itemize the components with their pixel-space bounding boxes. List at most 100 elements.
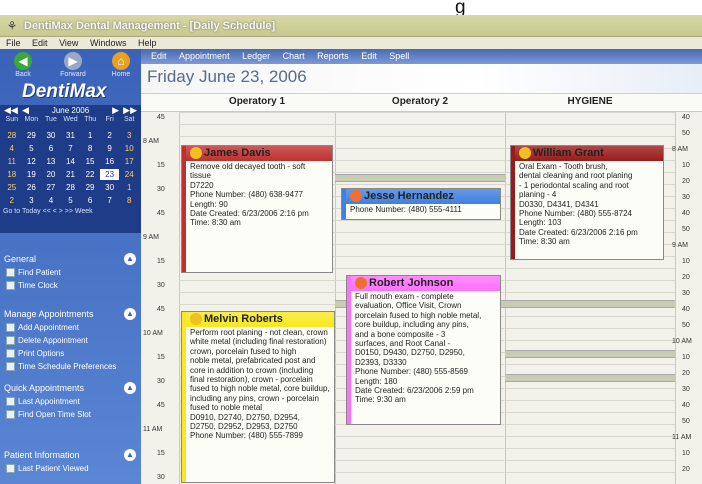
calendar-day[interactable]: 7 <box>61 143 81 154</box>
smiley-icon <box>190 313 202 325</box>
calendar-day[interactable]: 27 <box>41 182 61 193</box>
calendar-day[interactable]: 22 <box>80 169 100 180</box>
appointment-detail-line: D0910, D2740, D2750, D2954, <box>190 412 300 422</box>
calendar-day[interactable]: 14 <box>61 156 81 167</box>
time-label-left: 15 <box>157 354 165 361</box>
calendar-day[interactable]: 31 <box>61 130 81 141</box>
calendar-day[interactable]: 1 <box>80 130 100 141</box>
calendar-footer[interactable]: Go to Today << < > >> Week <box>0 206 141 217</box>
calendar-day[interactable]: 13 <box>41 156 61 167</box>
prev-month-arrow-icon[interactable]: ◀ <box>22 105 29 116</box>
toolbar-edit[interactable]: Edit <box>151 51 167 61</box>
back-button[interactable]: ◀ Back <box>10 51 36 85</box>
appointment-william-grant[interactable]: William Grant Oral Exam - Tooth brush, den… <box>510 145 664 260</box>
menu-help[interactable]: Help <box>138 38 157 48</box>
time-label-right: 40 <box>682 114 690 121</box>
menu-edit[interactable]: Edit <box>32 38 48 48</box>
home-button[interactable]: ⌂ Home <box>108 51 134 85</box>
calendar-day[interactable]: 29 <box>80 182 100 193</box>
toolbar-reports[interactable]: Reports <box>317 51 349 61</box>
forward-button[interactable]: ▶ Forward <box>60 51 86 85</box>
menu-windows[interactable]: Windows <box>90 38 127 48</box>
calendar-day[interactable]: 6 <box>80 195 100 206</box>
calendar-day[interactable]: 30 <box>100 182 120 193</box>
toolbar-spell[interactable]: Spell <box>389 51 409 61</box>
panel-header[interactable]: Patient Information ▲ <box>0 448 141 462</box>
calendar-day[interactable]: 26 <box>22 182 42 193</box>
calendar-day[interactable]: 20 <box>41 169 61 180</box>
toolbar-chart[interactable]: Chart <box>283 51 305 61</box>
appointment-detail-line: dental cleaning and root planing <box>519 171 633 181</box>
calendar-day[interactable]: 12 <box>22 156 42 167</box>
calendar-day[interactable]: 8 <box>80 143 100 154</box>
menu-view[interactable]: View <box>59 38 78 48</box>
calendar-day[interactable]: 4 <box>41 195 61 206</box>
calendar-day[interactable]: 7 <box>100 195 120 206</box>
appointment-header[interactable]: Jesse Hernandez <box>342 189 500 204</box>
calendar-day[interactable]: 23 <box>99 169 120 180</box>
calendar-day[interactable]: 5 <box>61 195 81 206</box>
calendar-day[interactable]: 30 <box>41 130 61 141</box>
calendar-day[interactable]: 6 <box>41 143 61 154</box>
panel-item-last-patient[interactable]: Last Patient Viewed <box>0 462 141 475</box>
calendar-day[interactable]: 5 <box>22 143 42 154</box>
calendar-day[interactable]: 29 <box>22 130 42 141</box>
appointment-detail-line: Remove old decayed tooth - soft <box>190 162 306 171</box>
panel-item-last-appointment[interactable]: Last Appointment <box>0 395 141 408</box>
time-label-right: 20 <box>682 274 690 281</box>
appointment-header[interactable]: William Grant <box>511 146 663 161</box>
time-label-left: 30 <box>157 474 165 481</box>
calendar-day[interactable]: 15 <box>80 156 100 167</box>
calendar-day[interactable]: 18 <box>2 169 22 180</box>
calendar-day[interactable]: 10 <box>119 143 139 154</box>
appointment-melvin-roberts[interactable]: Melvin Roberts Perform root planing - not… <box>181 311 335 483</box>
panel-item-print-options[interactable]: Print Options <box>0 347 141 360</box>
calendar-day[interactable]: 9 <box>100 143 120 154</box>
prev-year-arrow-icon[interactable]: ◀◀ <box>4 105 18 116</box>
panel-item-label: Last Appointment <box>18 397 80 406</box>
calendar-day[interactable]: 2 <box>100 130 120 141</box>
chevron-up-icon[interactable]: ▲ <box>124 308 136 320</box>
calendar-day[interactable]: 19 <box>22 169 42 180</box>
panel-item-time-schedule[interactable]: Time Schedule Preferences <box>0 360 141 373</box>
chevron-up-icon[interactable]: ▲ <box>124 382 136 394</box>
calendar-day[interactable]: 25 <box>2 182 22 193</box>
toolbar-appointment[interactable]: Appointment <box>179 51 230 61</box>
calendar-day[interactable]: 21 <box>61 169 81 180</box>
appointment-robert-johnson[interactable]: Robert Johnson Full mouth exam - complete… <box>346 275 501 425</box>
chevron-up-icon[interactable]: ▲ <box>124 253 136 265</box>
calendar-day[interactable]: 11 <box>2 156 22 167</box>
appointment-jesse-hernandez[interactable]: Jesse Hernandez Phone Number: (480) 555-4… <box>341 188 501 220</box>
calendar-day[interactable]: 1 <box>119 182 139 193</box>
menu-file[interactable]: File <box>6 38 21 48</box>
panel-header[interactable]: General ▲ <box>0 252 141 266</box>
panel-item-delete-appointment[interactable]: Delete Appointment <box>0 334 141 347</box>
calendar-day[interactable]: 17 <box>119 156 139 167</box>
calendar-day[interactable]: 8 <box>119 195 139 206</box>
panel-item-time-clock[interactable]: Time Clock <box>0 279 141 292</box>
appointment-james-davis[interactable]: James Davis Remove old decayed tooth - so… <box>181 145 333 273</box>
toolbar-ledger[interactable]: Ledger <box>242 51 270 61</box>
calendar-day[interactable]: 3 <box>22 195 42 206</box>
calendar-day[interactable]: 4 <box>2 143 22 154</box>
appointment-header[interactable]: James Davis <box>182 146 332 161</box>
calendar-day[interactable]: 24 <box>119 169 139 180</box>
calendar-day[interactable]: 16 <box>100 156 120 167</box>
appointment-header[interactable]: Robert Johnson <box>347 276 500 291</box>
panel-item-add-appointment[interactable]: Add Appointment <box>0 321 141 334</box>
next-month-arrow-icon[interactable]: ▶ <box>112 105 119 116</box>
next-year-arrow-icon[interactable]: ▶▶ <box>123 105 137 116</box>
appointment-detail-line: tissue <box>190 171 211 181</box>
appointment-header[interactable]: Melvin Roberts <box>182 312 334 327</box>
toolbar-edit-2[interactable]: Edit <box>361 51 377 61</box>
panel-header[interactable]: Quick Appointments ▲ <box>0 381 141 395</box>
panel-header[interactable]: Manage Appointments ▲ <box>0 307 141 321</box>
calendar-day[interactable]: 28 <box>2 130 22 141</box>
calendar-day[interactable]: 28 <box>61 182 81 193</box>
panel-item-find-open-slot[interactable]: Find Open Time Slot <box>0 408 141 421</box>
panel-item-find-patient[interactable]: Find Patient <box>0 266 141 279</box>
dow-label: Sat <box>124 116 135 123</box>
calendar-day[interactable]: 3 <box>119 130 139 141</box>
calendar-day[interactable]: 2 <box>2 195 22 206</box>
chevron-up-icon[interactable]: ▲ <box>124 449 136 461</box>
